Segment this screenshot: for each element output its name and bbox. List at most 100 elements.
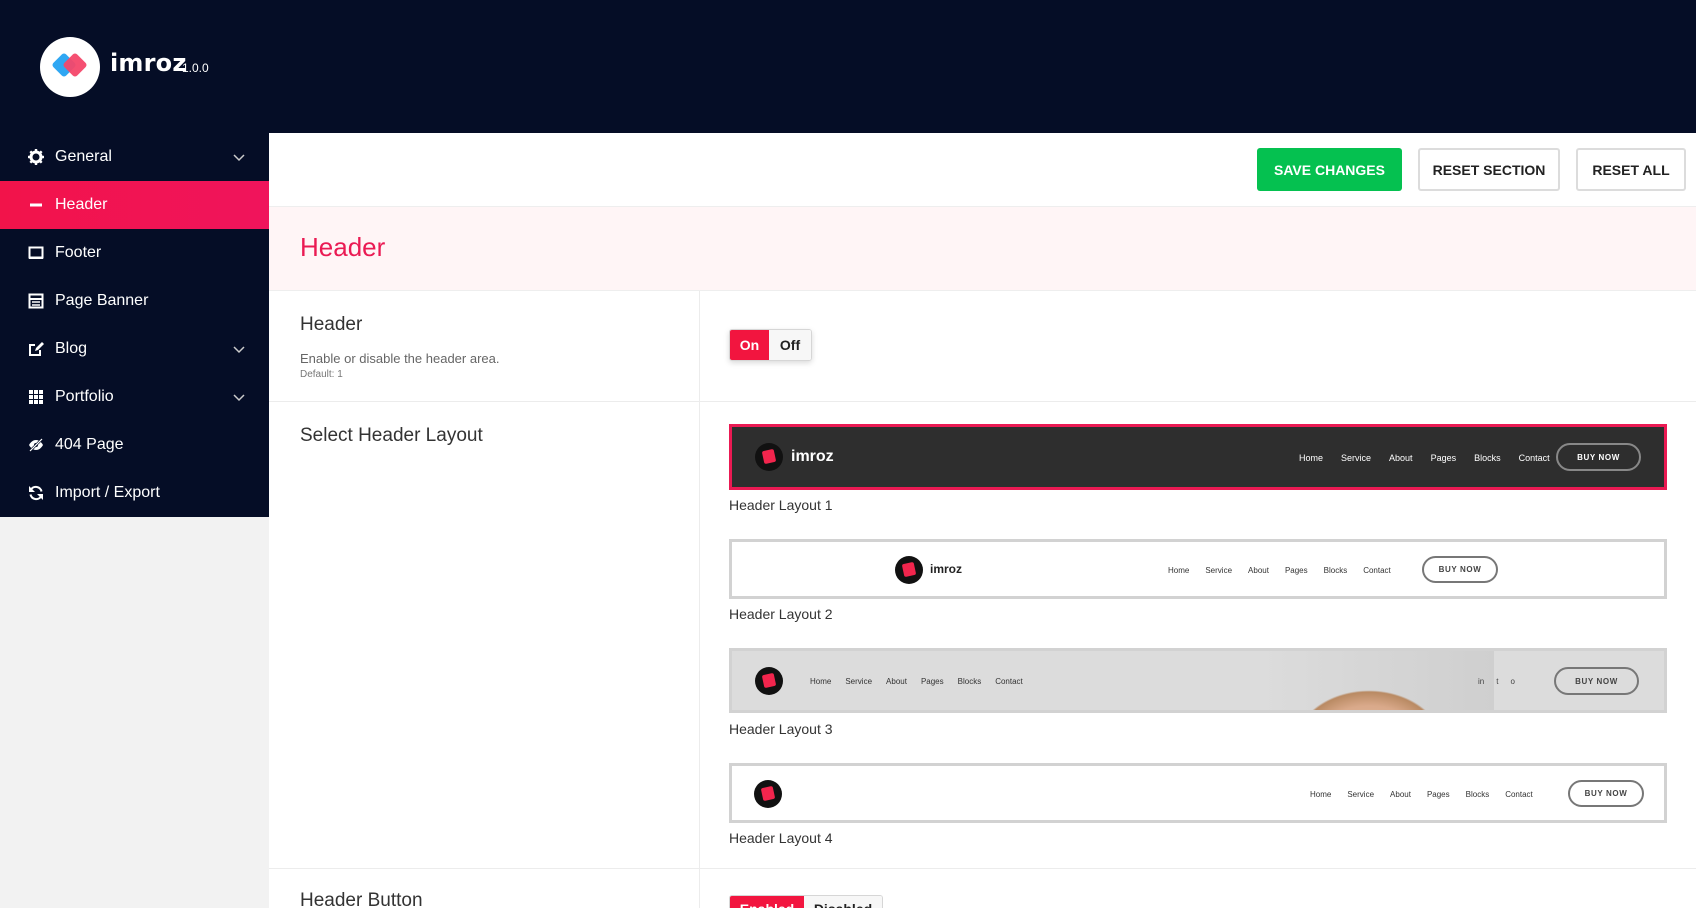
preview-nav-item: Pages — [1426, 790, 1450, 799]
twitter-icon: t — [1496, 677, 1499, 686]
preview-nav-item: Blocks — [1323, 566, 1348, 575]
monitor-icon — [28, 246, 44, 259]
section-header: Header — [269, 207, 1696, 291]
preview-nav-item: Blocks — [957, 677, 982, 686]
preview-nav-item: Pages — [1284, 566, 1308, 575]
sidebar-item-header[interactable]: Header — [0, 181, 269, 229]
column-divider — [699, 291, 700, 908]
instagram-icon: o — [1510, 677, 1515, 686]
logo-mark-icon — [52, 53, 87, 77]
preview-nav: Home Service About Pages Blocks Contact — [1168, 566, 1391, 575]
app-version: 1.0.0 — [182, 61, 209, 75]
header-button-toggle[interactable]: Enabled Disabled — [729, 895, 883, 908]
preview-nav-item: About — [1389, 453, 1413, 463]
sidebar-item-portfolio[interactable]: Portfolio — [0, 373, 269, 421]
header-field-title: Header — [300, 314, 363, 335]
preview-nav-item: Home — [1310, 790, 1332, 799]
preview-buy-button: BUY NOW — [1554, 667, 1639, 695]
preview-nav-item: Home — [1168, 566, 1190, 575]
gear-icon — [28, 149, 44, 165]
edit-icon — [29, 342, 44, 356]
preview-nav-item: About — [1390, 790, 1411, 799]
layout-caption: Header Layout 1 — [729, 497, 833, 513]
preview-nav-item: Service — [1205, 566, 1233, 575]
sidebar-item-label: Import / Export — [55, 484, 160, 501]
layout-caption: Header Layout 2 — [729, 606, 833, 622]
sidebar-item-general[interactable]: General — [0, 133, 269, 181]
layout-caption: Header Layout 3 — [729, 721, 833, 737]
header-button-field-title: Header Button — [300, 890, 423, 908]
header-layout-3-option[interactable]: Home Service About Pages Blocks Contact … — [729, 648, 1667, 713]
sidebar-item-label: Page Banner — [55, 292, 149, 309]
preview-nav: Home Service About Pages Blocks Contact — [810, 677, 1023, 686]
minus-icon — [30, 203, 42, 207]
sidebar-item-404-page[interactable]: 404 Page — [0, 421, 269, 469]
chevron-down-icon — [233, 154, 245, 162]
preview-nav-item: Service — [1341, 453, 1372, 463]
preview-nav: Home Service About Pages Blocks Contact — [1299, 453, 1550, 463]
preview-hero-image — [1259, 651, 1494, 710]
sidebar: General Header Footer Page Banner Blog P… — [0, 133, 269, 517]
preview-brand: imroz — [791, 448, 834, 465]
toggle-enabled-option[interactable]: Enabled — [730, 896, 804, 908]
header-layout-2-option[interactable]: imroz Home Service About Pages Blocks Co… — [729, 539, 1667, 599]
sidebar-item-import-export[interactable]: Import / Export — [0, 469, 269, 517]
top-bar: imroz 1.0.0 — [0, 0, 1696, 133]
preview-nav-item: About — [886, 677, 907, 686]
preview-logo-icon — [754, 780, 782, 808]
layout-caption: Header Layout 4 — [729, 830, 833, 846]
sidebar-item-label: Footer — [55, 244, 102, 261]
reset-section-button[interactable]: RESET SECTION — [1418, 148, 1560, 191]
preview-nav-item: Service — [1347, 790, 1375, 799]
header-field-default: Default: 1 — [300, 369, 343, 380]
sidebar-item-label: Header — [55, 196, 108, 213]
preview-nav-item: Contact — [995, 677, 1023, 686]
chevron-down-icon — [233, 346, 245, 354]
preview-logo-icon — [895, 556, 923, 584]
preview-nav-item: Blocks — [1465, 790, 1490, 799]
row-divider — [269, 401, 1696, 402]
eye-slash-icon — [29, 438, 43, 452]
preview-nav-item: Home — [810, 677, 832, 686]
linkedin-icon: in — [1478, 677, 1485, 686]
sidebar-item-blog[interactable]: Blog — [0, 325, 269, 373]
preview-nav-item: Home — [1299, 453, 1324, 463]
toggle-on-option[interactable]: On — [730, 330, 769, 360]
preview-social-links: in t o — [1478, 677, 1515, 686]
sidebar-item-label: 404 Page — [55, 436, 124, 453]
preview-brand: imroz — [930, 562, 963, 576]
sidebar-item-label: Blog — [55, 340, 88, 357]
preview-buy-button: BUY NOW — [1422, 556, 1498, 583]
toggle-disabled-option[interactable]: Disabled — [804, 896, 882, 908]
preview-logo-icon — [755, 443, 783, 471]
preview-nav-item: Contact — [1518, 453, 1550, 463]
preview-nav-item: Pages — [920, 677, 944, 686]
preview-logo-icon — [755, 667, 783, 695]
preview-buy-button: BUY NOW — [1556, 443, 1641, 471]
preview-nav-item: Blocks — [1474, 453, 1501, 463]
save-changes-button[interactable]: SAVE CHANGES — [1257, 148, 1402, 191]
header-layout-1-option[interactable]: imroz Home Service About Pages Blocks Co… — [729, 424, 1667, 490]
reset-all-button[interactable]: RESET ALL — [1576, 148, 1686, 191]
row-divider — [269, 868, 1696, 869]
options-panel: SAVE CHANGES RESET SECTION RESET ALL Hea… — [269, 133, 1696, 908]
preview-nav-item: Contact — [1505, 790, 1533, 799]
header-toggle[interactable]: On Off — [729, 329, 812, 361]
header-field-description: Enable or disable the header area. — [300, 351, 500, 366]
brand-name: imroz — [110, 49, 187, 77]
header-layout-4-option[interactable]: Home Service About Pages Blocks Contact … — [729, 763, 1667, 823]
sidebar-item-label: General — [55, 148, 112, 165]
preview-nav-item: Pages — [1430, 453, 1457, 463]
preview-nav-item: Contact — [1363, 566, 1391, 575]
preview-buy-button: BUY NOW — [1568, 780, 1644, 807]
preview-nav-item: Service — [845, 677, 873, 686]
grid-icon — [29, 390, 43, 404]
section-title: Header — [300, 232, 386, 262]
sidebar-item-footer[interactable]: Footer — [0, 229, 269, 277]
layout-field-title: Select Header Layout — [300, 425, 483, 446]
toggle-off-option[interactable]: Off — [769, 330, 811, 360]
refresh-icon — [29, 485, 43, 501]
sidebar-item-page-banner[interactable]: Page Banner — [0, 277, 269, 325]
logo[interactable] — [40, 37, 100, 97]
toolbar: SAVE CHANGES RESET SECTION RESET ALL — [269, 133, 1696, 207]
